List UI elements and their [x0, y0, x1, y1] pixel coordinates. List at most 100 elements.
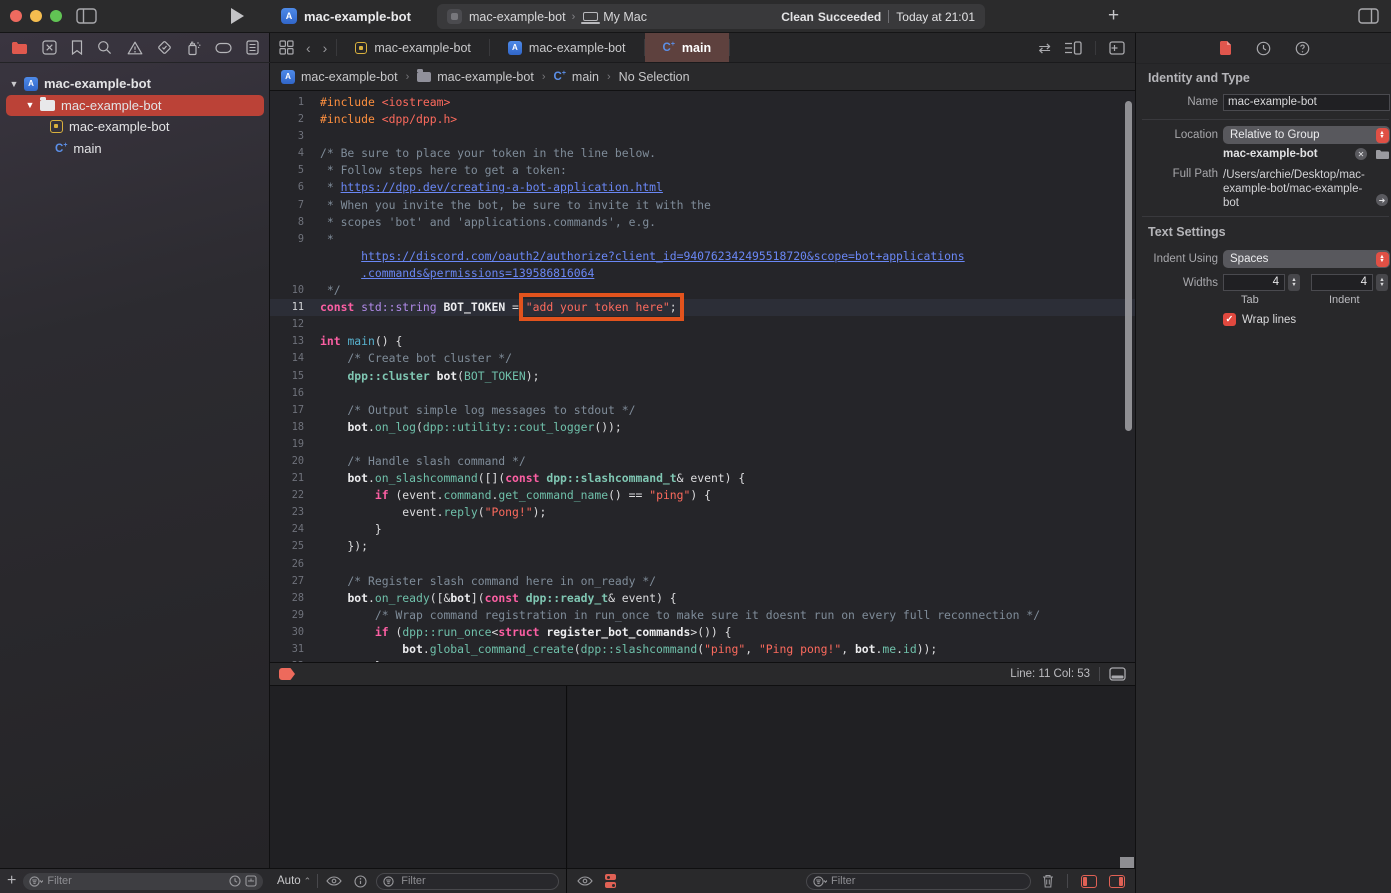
clear-location-icon[interactable]: ✕ — [1355, 148, 1367, 160]
code-line[interactable]: 13int main() { — [270, 333, 1135, 350]
code-line[interactable]: 20 /* Handle slash command */ — [270, 453, 1135, 470]
code-line[interactable]: 24 } — [270, 521, 1135, 538]
tab-overview-icon[interactable] — [279, 40, 294, 55]
line-number[interactable]: 16 — [270, 385, 304, 402]
code-line[interactable]: 26 — [270, 556, 1135, 573]
project-navigator-icon[interactable] — [11, 41, 28, 55]
find-navigator-icon[interactable] — [97, 40, 112, 55]
line-number[interactable]: 1 — [270, 94, 304, 111]
line-number[interactable]: 31 — [270, 641, 304, 658]
indent-using-dropdown[interactable]: Spaces ▲▼ — [1223, 250, 1390, 268]
line-number[interactable]: 9 — [270, 231, 304, 248]
line-number[interactable]: 4 — [270, 145, 304, 162]
quicklook-eye-icon[interactable] — [577, 876, 593, 886]
code-line[interactable]: 1#include <iostream> — [270, 94, 1135, 111]
choose-folder-icon[interactable] — [1375, 149, 1390, 160]
reveal-path-arrow-icon[interactable]: ➜ — [1376, 194, 1388, 206]
scheme-selector[interactable]: mac-example-bot › My Mac Clean Succeeded… — [437, 4, 985, 29]
code-line[interactable]: 5 * Follow steps here to get a token: — [270, 162, 1135, 179]
line-number[interactable]: 24 — [270, 521, 304, 538]
traffic-light-zoom[interactable] — [50, 10, 62, 22]
line-number[interactable]: 28 — [270, 590, 304, 607]
line-number[interactable]: 26 — [270, 556, 304, 573]
line-number[interactable]: 11 — [270, 299, 304, 316]
code-line[interactable]: 31 bot.global_command_create(dpp::slashc… — [270, 641, 1135, 658]
variables-filter-input[interactable] — [401, 875, 552, 887]
history-inspector-icon[interactable] — [1256, 41, 1271, 56]
line-number[interactable]: 18 — [270, 419, 304, 436]
line-number[interactable]: 19 — [270, 436, 304, 453]
code-line[interactable]: 15 dpp::cluster bot(BOT_TOKEN); — [270, 368, 1135, 385]
inspector-toggle-icon[interactable] — [1358, 8, 1379, 24]
source-editor[interactable]: 1#include <iostream>2#include <dpp/dpp.h… — [270, 91, 1135, 662]
code-line[interactable]: 29 /* Wrap command registration in run_o… — [270, 607, 1135, 624]
disclosure-chevron-icon[interactable]: ▼ — [8, 79, 20, 89]
line-number[interactable]: 22 — [270, 487, 304, 504]
code-line[interactable]: 17 /* Output simple log messages to stdo… — [270, 402, 1135, 419]
tab-width-field[interactable]: 4 — [1223, 274, 1285, 291]
go-forward-icon[interactable]: › — [323, 40, 328, 56]
file-inspector-icon[interactable] — [1219, 40, 1232, 56]
code-line[interactable]: 22 if (event.command.get_command_name() … — [270, 487, 1135, 504]
code-line[interactable]: 16 — [270, 385, 1135, 402]
console-filter-field[interactable] — [806, 873, 1031, 890]
console-view[interactable] — [568, 686, 1135, 868]
add-editor-icon[interactable] — [1109, 41, 1125, 55]
line-number[interactable]: 10 — [270, 282, 304, 299]
line-number[interactable]: 6 — [270, 179, 304, 196]
bookmarks-navigator-icon[interactable] — [71, 40, 83, 55]
tests-navigator-icon[interactable] — [157, 40, 172, 55]
code-line[interactable]: 30 if (dpp::run_once<struct register_bot… — [270, 624, 1135, 641]
line-number[interactable]: 29 — [270, 607, 304, 624]
breadcrumb-group[interactable]: mac-example-bot — [417, 70, 534, 84]
code-line[interactable]: 28 bot.on_ready([&bot](const dpp::ready_… — [270, 590, 1135, 607]
breakpoints-navigator-icon[interactable] — [215, 42, 232, 54]
code-line[interactable]: 21 bot.on_slashcommand([](const dpp::sla… — [270, 470, 1135, 487]
run-destination[interactable]: My Mac — [603, 10, 647, 24]
disclosure-chevron-icon[interactable]: ▼ — [24, 100, 36, 110]
code-line[interactable]: 19 — [270, 436, 1135, 453]
navigator-toggle-icon[interactable] — [76, 8, 97, 24]
line-number[interactable]: 7 — [270, 197, 304, 214]
line-number[interactable]: 2 — [270, 111, 304, 128]
breadcrumb-project[interactable]: A mac-example-bot — [281, 70, 398, 84]
stacked-breakpoints-icon[interactable] — [605, 874, 616, 888]
line-number[interactable]: 20 — [270, 453, 304, 470]
line-number[interactable]: 17 — [270, 402, 304, 419]
editor-scrollbar-thumb[interactable] — [1125, 101, 1132, 431]
recent-files-clock-icon[interactable] — [229, 875, 241, 887]
code-line[interactable]: 14 /* Create bot cluster */ — [270, 350, 1135, 367]
go-back-icon[interactable]: ‹ — [306, 40, 311, 56]
variables-view[interactable] — [270, 686, 567, 868]
editor-options-icon[interactable] — [1064, 41, 1082, 55]
line-number[interactable]: 12 — [270, 316, 304, 333]
code-line[interactable]: 10 */ — [270, 282, 1135, 299]
tree-row-group-selected[interactable]: ▼ mac-example-bot — [6, 95, 264, 117]
name-field[interactable]: mac-example-bot — [1223, 94, 1390, 111]
show-console-view-toggle[interactable] — [1109, 875, 1125, 888]
code-line[interactable]: 8 * scopes 'bot' and 'applications.comma… — [270, 214, 1135, 231]
code-line[interactable]: 23 event.reply("Pong!"); — [270, 504, 1135, 521]
console-filter-input[interactable] — [831, 875, 1024, 887]
code-line[interactable]: 7 * When you invite the bot, be sure to … — [270, 197, 1135, 214]
line-number[interactable]: 14 — [270, 350, 304, 367]
tree-row-product[interactable]: mac-example-bot — [0, 116, 270, 138]
line-col-indicator[interactable]: Line: 11 Col: 53 — [1010, 668, 1090, 680]
tab-width-stepper[interactable]: ▲▼ — [1288, 274, 1300, 291]
code-line[interactable]: 4/* Be sure to place your token in the l… — [270, 145, 1135, 162]
code-line[interactable]: https://discord.com/oauth2/authorize?cli… — [270, 248, 1135, 265]
code-line[interactable]: 25 }); — [270, 538, 1135, 555]
line-number[interactable]: 21 — [270, 470, 304, 487]
scope-selector[interactable]: Auto — [277, 875, 301, 887]
tab-project-settings[interactable]: mac-example-bot — [337, 33, 489, 62]
code-line[interactable]: 11const std::string BOT_TOKEN = "add you… — [270, 299, 1135, 316]
console-scrollbar[interactable] — [1120, 857, 1134, 868]
show-variables-view-toggle[interactable] — [1081, 875, 1097, 888]
indent-width-field[interactable]: 4 — [1311, 274, 1373, 291]
line-number[interactable]: 3 — [270, 128, 304, 145]
line-number[interactable]: 25 — [270, 538, 304, 555]
navigator-filter-input[interactable] — [47, 875, 225, 887]
breadcrumb-file[interactable]: C+ main — [554, 70, 600, 84]
line-number[interactable]: 8 — [270, 214, 304, 231]
run-button[interactable] — [231, 8, 244, 24]
